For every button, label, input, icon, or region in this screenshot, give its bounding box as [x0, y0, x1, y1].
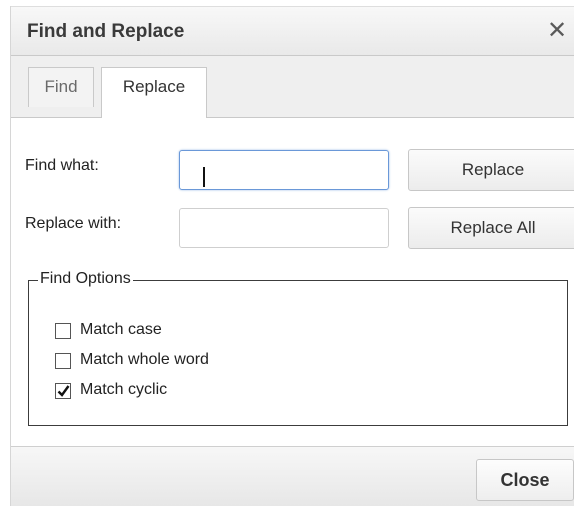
match-cyclic-checkbox[interactable]	[55, 383, 71, 399]
tab-strip: Find Replace	[11, 56, 574, 118]
match-case-checkbox[interactable]	[55, 323, 71, 339]
close-icon[interactable]: ✕	[545, 18, 569, 44]
replace-button[interactable]: Replace	[408, 149, 574, 191]
close-button[interactable]: Close	[476, 459, 574, 501]
match-case-label: Match case	[80, 321, 162, 338]
replace-all-button[interactable]: Replace All	[408, 207, 574, 249]
dialog-titlebar: Find and Replace ✕	[11, 6, 574, 56]
find-options-group: Find Options Match case Match whole word…	[28, 270, 568, 426]
find-what-label: Find what:	[25, 157, 99, 174]
find-options-legend: Find Options	[38, 270, 133, 288]
tab-replace[interactable]: Replace	[101, 67, 207, 118]
tab-find[interactable]: Find	[28, 67, 94, 107]
match-whole-word-checkbox[interactable]	[55, 353, 71, 369]
find-replace-dialog: Find and Replace ✕ Find Replace Find wha…	[10, 6, 574, 506]
replace-with-label: Replace with:	[25, 215, 122, 232]
text-caret	[203, 167, 205, 187]
dialog-title: Find and Replace	[27, 21, 185, 42]
find-what-input[interactable]	[179, 150, 389, 190]
dialog-footer: Close	[11, 446, 574, 506]
match-whole-word-label: Match whole word	[80, 351, 209, 368]
match-cyclic-label: Match cyclic	[80, 381, 168, 398]
replace-with-input[interactable]	[179, 208, 389, 248]
checkmark-icon	[57, 385, 70, 397]
